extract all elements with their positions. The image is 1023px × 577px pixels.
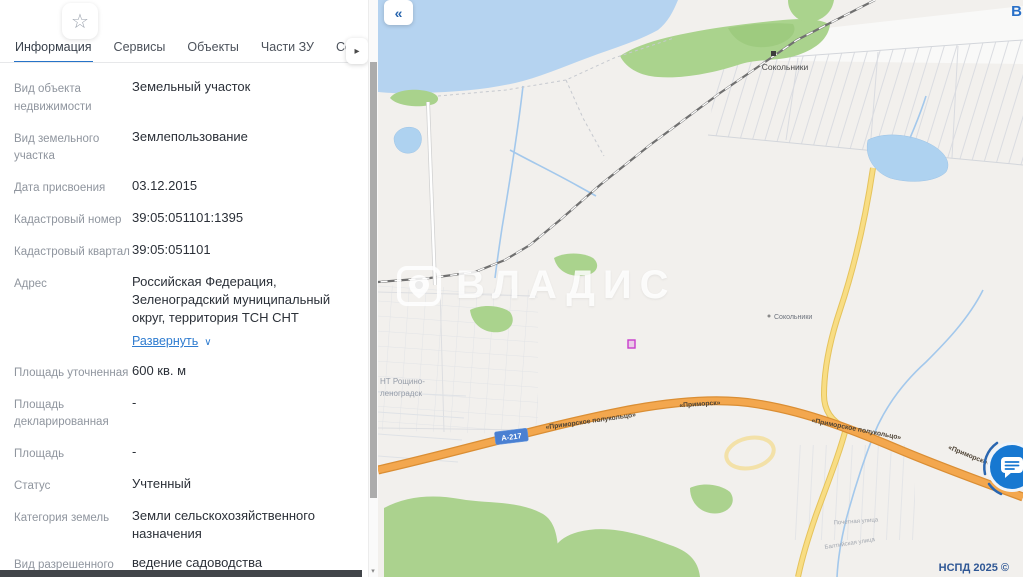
field-label: Категория земель [14,511,110,524]
field-value: 39:05:051101:1395 [132,210,244,226]
field-row: Статус Учтенный [14,475,358,496]
scroll-down-icon[interactable]: ▾ [369,567,377,575]
field-label: Площадь декларированная [14,398,109,429]
field-row: Вид объекта недвижимости Земельный участ… [14,78,358,117]
field-row: Дата присвоения 03.12.2015 [14,177,358,198]
field-row-address: Адрес Российская Федерация, Зеленоградск… [14,273,358,351]
road-label-2: «Приморск» [679,400,721,410]
field-row: Вид земельного участка Землепользование [14,128,358,167]
tab-information[interactable]: Информация [14,36,93,62]
area-label-snt-line1: НТ Рощино- [380,377,425,386]
panel-scrollbar[interactable]: ▾ [368,0,378,577]
chevron-right-icon: ▸ [354,45,360,57]
selected-parcel-marker[interactable] [627,339,636,349]
place-dot [767,314,771,318]
field-row: Площадь - [14,443,358,464]
interchange-loop [724,435,776,471]
field-value: 39:05:051101 [132,241,211,257]
star-icon: ☆ [71,10,89,33]
field-row: Категория земель Земли сельскохозяйствен… [14,507,358,543]
chevron-down-icon: ∨ [204,337,212,349]
field-row: Площадь декларированная - [14,394,358,433]
tab-parcel-parts[interactable]: Части ЗУ [260,36,315,62]
field-label: Кадастровый номер [14,214,122,227]
field-value: - [132,444,137,460]
field-label: Кадастровый квартал [14,245,130,258]
expand-address-link[interactable]: Развернуть [132,333,198,351]
place-label-sokolniki-top: Сокольники [762,62,809,72]
scrollbar-thumb[interactable] [370,62,377,498]
field-row: Кадастровый квартал 39:05:051101 [14,241,358,262]
sea-water [378,0,678,94]
field-label: Площадь [14,448,65,461]
field-label: Площадь уточненная [14,366,129,379]
road-label-3: «Приморское полукольцо» [811,417,902,441]
field-label: Вид объекта недвижимости [14,83,92,113]
settlement-marker [771,51,776,56]
field-value: - [132,394,137,410]
field-row: Площадь уточненная 600 кв. м [14,362,358,383]
panel-tabs: Информация Сервисы Объекты Части ЗУ Сост… [0,34,366,63]
map-attribution: НСПД 2025 © [938,562,1009,574]
tab-services[interactable]: Сервисы [113,36,167,62]
field-label: Статус [14,480,51,492]
field-value: Учтенный [132,476,192,491]
field-value: 600 кв. м [132,362,187,378]
parcel-grid-topright [648,6,1023,166]
tab-objects[interactable]: Объекты [186,36,240,62]
field-row: Кадастровый номер 39:05:051101:1395 [14,209,358,230]
field-value: Земельный участок [132,79,251,94]
parcel-grid-left [378,285,538,435]
address-value: Российская Федерация, Зеленоградский мун… [132,273,331,326]
field-label: Дата присвоения [14,182,106,195]
field-value: Землепользование [132,128,248,144]
field-value: Земли сельскохозяйственного назначения [132,507,315,541]
attributes-list: Вид объекта недвижимости Земельный участ… [14,78,358,577]
minor-road [426,101,437,286]
partial-top-right-text: В [1011,3,1022,20]
tabs-overflow-button[interactable]: ▸ [346,38,368,64]
double-chevron-left-icon: « [394,4,403,21]
field-label: Вид земельного участка [14,132,100,163]
field-value: 03.12.2015 [132,178,198,194]
place-label-sokolniki-mid: Сокольники [774,314,812,321]
field-value: Российская Федерация, Зеленоградский мун… [132,273,358,351]
cadastral-map-app: ☆ Информация Сервисы Объекты Части ЗУ Со… [0,0,1023,577]
collapse-panel-button[interactable]: « [384,0,413,25]
panel-bottom-bar [0,570,362,577]
chat-bubble-icon [1001,457,1023,478]
area-label-snt-line2: леноградск [380,389,422,398]
map-canvas[interactable]: Сокольники Сокольники НТ Рощино- леногра… [378,0,1023,577]
field-label: Адрес [14,277,47,290]
object-info-panel: ☆ Информация Сервисы Объекты Части ЗУ Со… [0,0,378,577]
basemap-svg: Сокольники Сокольники НТ Рощино- леногра… [378,0,1023,577]
